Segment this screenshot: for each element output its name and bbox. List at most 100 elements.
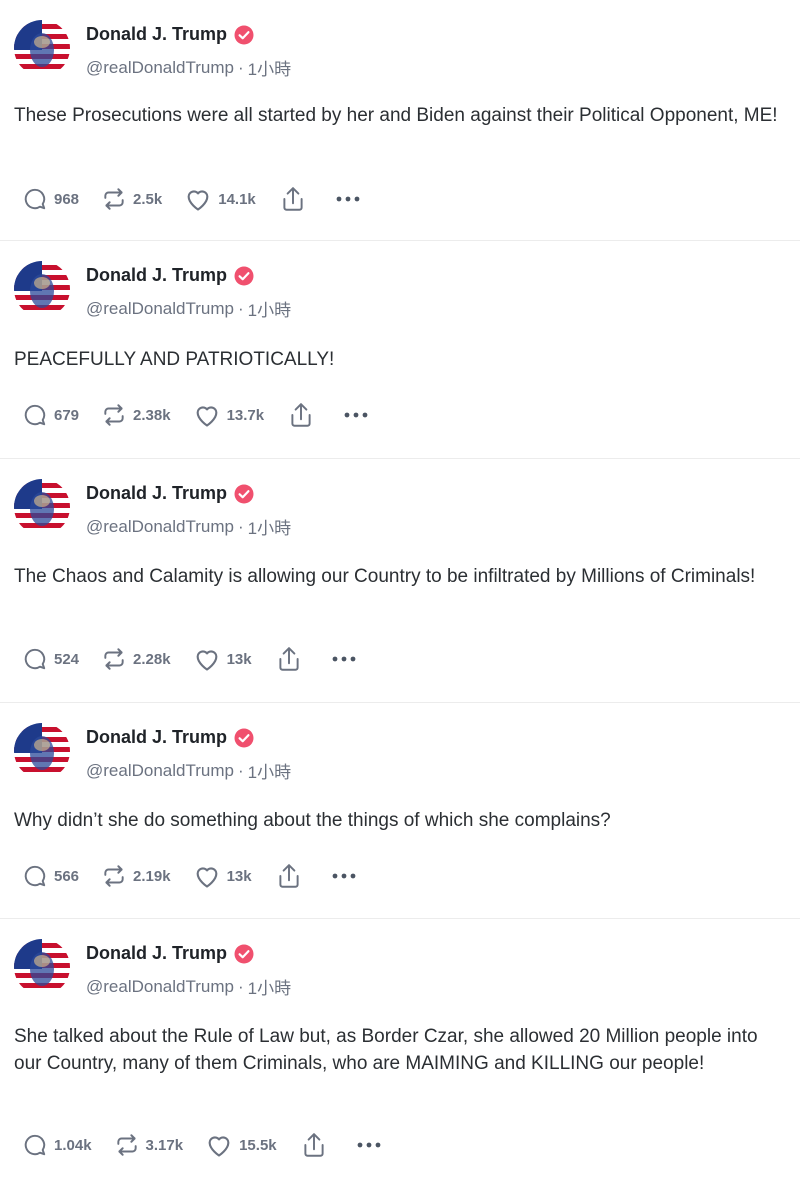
meta-separator: · — [237, 976, 244, 996]
retruth-count: 2.38k — [133, 406, 171, 424]
more-options-icon[interactable] — [342, 411, 370, 419]
retruth-count: 3.17k — [145, 1136, 184, 1154]
retruth-count: 2.19k — [133, 867, 171, 885]
heart-icon — [193, 863, 221, 889]
author-name[interactable]: Donald J. Trump — [86, 24, 227, 45]
post-timestamp[interactable]: 1小時 — [248, 514, 291, 539]
share-button[interactable] — [301, 1131, 327, 1159]
like-count: 14.1k — [218, 190, 256, 208]
retruth-count: 2.5k — [133, 190, 163, 208]
post-text: She talked about the Rule of Law but, as… — [14, 1026, 758, 1074]
avatar[interactable] — [14, 261, 70, 317]
author-handle[interactable]: @realDonaldTrump — [86, 299, 234, 319]
author-name[interactable]: Donald J. Trump — [86, 943, 227, 964]
like-count: 13k — [226, 650, 252, 668]
post-text: These Prosecutions were all started by h… — [14, 105, 778, 126]
like-button[interactable]: 13k — [193, 863, 252, 889]
retruth-button[interactable]: 2.5k — [101, 186, 162, 212]
retruth-count: 2.28k — [133, 650, 171, 668]
post-text: The Chaos and Calamity is allowing our C… — [14, 566, 756, 587]
reply-button[interactable]: 1.04k — [22, 1132, 92, 1158]
retruth-button[interactable]: 3.17k — [114, 1132, 184, 1158]
like-button[interactable]: 15.5k — [205, 1132, 277, 1158]
like-count: 13k — [226, 867, 252, 885]
retruth-button[interactable]: 2.28k — [101, 646, 171, 672]
more-options-icon[interactable] — [330, 872, 358, 880]
reply-count: 968 — [54, 190, 80, 208]
avatar[interactable] — [14, 20, 70, 76]
reply-count: 679 — [54, 406, 80, 424]
reply-icon — [22, 1132, 48, 1158]
author-name[interactable]: Donald J. Trump — [86, 727, 227, 748]
like-button[interactable]: 13.7k — [193, 402, 265, 428]
post-actions: 566 2.19k 13k — [22, 860, 358, 892]
more-options-icon[interactable] — [334, 195, 362, 203]
retruth-button[interactable]: 2.38k — [101, 402, 171, 428]
post-actions: 524 2.28k 13k — [22, 643, 358, 675]
post-actions: 1.04k 3.17k 15.5k — [22, 1129, 383, 1161]
reply-icon — [22, 646, 48, 672]
reply-count: 524 — [54, 650, 80, 668]
share-icon — [276, 862, 302, 890]
like-count: 15.5k — [239, 1136, 277, 1154]
share-button[interactable] — [288, 401, 314, 429]
avatar[interactable] — [14, 479, 70, 535]
post[interactable]: Donald J. Trump @realDonaldTrump · 1小時 P… — [0, 241, 800, 459]
post-text: PEACEFULLY AND PATRIOTICALLY! — [14, 349, 335, 370]
post-actions: 679 2.38k 13.7k — [22, 399, 370, 431]
author-handle[interactable]: @realDonaldTrump — [86, 517, 234, 537]
verified-badge-icon — [234, 484, 254, 504]
post-timestamp[interactable]: 1小時 — [248, 974, 291, 999]
author-name[interactable]: Donald J. Trump — [86, 265, 227, 286]
retruth-icon — [101, 186, 127, 212]
post-text: Why didn’t she do something about the th… — [14, 810, 611, 831]
post-actions: 968 2.5k 14.1k — [22, 183, 362, 215]
share-icon — [280, 185, 306, 213]
share-button[interactable] — [276, 862, 302, 890]
post-timestamp[interactable]: 1小時 — [248, 758, 291, 783]
author-handle[interactable]: @realDonaldTrump — [86, 58, 234, 78]
reply-button[interactable]: 679 — [22, 402, 79, 428]
meta-separator: · — [237, 57, 244, 77]
heart-icon — [193, 646, 221, 672]
post-timestamp[interactable]: 1小時 — [248, 296, 291, 321]
retruth-icon — [101, 646, 127, 672]
like-button[interactable]: 13k — [193, 646, 252, 672]
share-icon — [301, 1131, 327, 1159]
like-count: 13.7k — [226, 406, 265, 424]
reply-button[interactable]: 524 — [22, 646, 79, 672]
author-handle[interactable]: @realDonaldTrump — [86, 761, 234, 781]
more-options-icon[interactable] — [355, 1141, 383, 1149]
verified-badge-icon — [234, 728, 254, 748]
share-button[interactable] — [276, 645, 302, 673]
share-button[interactable] — [280, 185, 306, 213]
share-icon — [288, 401, 314, 429]
meta-separator: · — [237, 760, 244, 780]
heart-icon — [184, 186, 212, 212]
post[interactable]: Donald J. Trump @realDonaldTrump · 1小時 S… — [0, 919, 800, 1183]
author-handle[interactable]: @realDonaldTrump — [86, 977, 234, 997]
like-button[interactable]: 14.1k — [184, 186, 256, 212]
post-feed: Donald J. Trump @realDonaldTrump · 1小時 T… — [0, 0, 800, 1183]
more-options-icon[interactable] — [330, 655, 358, 663]
post-timestamp[interactable]: 1小時 — [248, 55, 291, 80]
retruth-button[interactable]: 2.19k — [101, 863, 171, 889]
reply-button[interactable]: 968 — [22, 186, 79, 212]
retruth-icon — [114, 1132, 140, 1158]
author-name[interactable]: Donald J. Trump — [86, 483, 227, 504]
avatar[interactable] — [14, 939, 70, 995]
meta-separator: · — [237, 516, 244, 536]
avatar[interactable] — [14, 723, 70, 779]
reply-icon — [22, 402, 48, 428]
retruth-icon — [101, 863, 127, 889]
verified-badge-icon — [234, 266, 254, 286]
heart-icon — [205, 1132, 233, 1158]
reply-button[interactable]: 566 — [22, 863, 79, 889]
post[interactable]: Donald J. Trump @realDonaldTrump · 1小時 W… — [0, 703, 800, 919]
reply-icon — [22, 186, 48, 212]
share-icon — [276, 645, 302, 673]
meta-separator: · — [237, 298, 244, 318]
post[interactable]: Donald J. Trump @realDonaldTrump · 1小時 T… — [0, 459, 800, 703]
heart-icon — [193, 402, 221, 428]
post[interactable]: Donald J. Trump @realDonaldTrump · 1小時 T… — [0, 0, 800, 241]
